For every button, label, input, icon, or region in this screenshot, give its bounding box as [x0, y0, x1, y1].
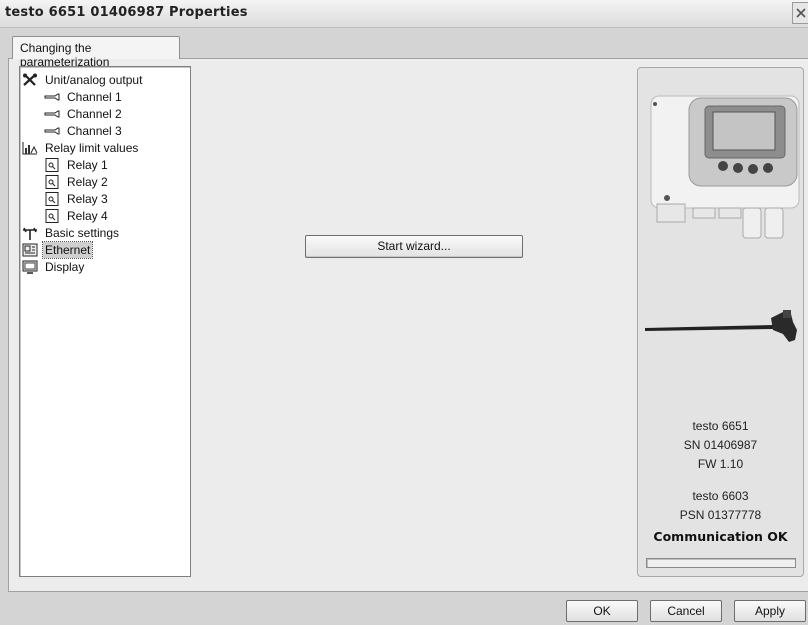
- network-icon: [22, 243, 38, 257]
- start-wizard-button[interactable]: Start wizard...: [305, 235, 523, 258]
- settings-icon: [23, 227, 37, 240]
- tree-item-label: Unit/analog output: [45, 73, 143, 87]
- apply-button[interactable]: Apply: [734, 600, 806, 622]
- probe-icon: [44, 93, 60, 101]
- tree-item-label: Relay limit values: [45, 141, 139, 155]
- chart-icon: [22, 142, 38, 155]
- communication-status: Communication OK: [653, 529, 788, 544]
- close-icon: [796, 8, 806, 18]
- tree-item-label: Relay 3: [67, 192, 108, 206]
- title-bar: testo 6651 01406987 Properties: [0, 0, 808, 28]
- tree-item-label: Basic settings: [45, 226, 120, 240]
- tree-item-label: Relay 2: [67, 175, 108, 189]
- tree-item-label: Relay 4: [67, 209, 108, 223]
- serial-number: SN 01406987: [683, 438, 758, 452]
- display-icon: [22, 260, 38, 274]
- probe-image: [645, 310, 797, 342]
- transmitter-model: testo 6651: [692, 419, 749, 433]
- relay-icon: [45, 158, 59, 172]
- tree-item-label: Ethernet: [41, 241, 94, 259]
- communication-progress-bar: [646, 558, 796, 568]
- tree-item-label: Display: [45, 260, 85, 274]
- window-title: testo 6651 01406987 Properties: [5, 5, 248, 20]
- relay-icon: [45, 209, 59, 223]
- close-button[interactable]: [792, 2, 808, 24]
- navigation-tree[interactable]: Unit/analog output Channel 1 Channel 2 C…: [19, 66, 191, 577]
- tree-item-label: Relay 1: [67, 158, 108, 172]
- probe-model: testo 6603: [692, 489, 749, 503]
- cancel-button[interactable]: Cancel: [650, 600, 722, 622]
- tab-changing-parameterization[interactable]: Changing the parameterization: [12, 36, 180, 69]
- tree-item-label: Channel 1: [67, 90, 122, 104]
- tree-item-label: Channel 2: [67, 107, 122, 121]
- relay-icon: [45, 192, 59, 206]
- probe-icon: [44, 127, 60, 135]
- relay-icon: [45, 175, 59, 189]
- probe-serial-number: PSN 01377778: [679, 508, 762, 522]
- transmitter-image: [650, 95, 800, 239]
- ok-button[interactable]: OK: [566, 600, 638, 622]
- firmware-version: FW 1.10: [697, 457, 744, 471]
- probe-icon: [44, 110, 60, 118]
- tools-icon: [23, 73, 37, 86]
- tree-item-label: Channel 3: [67, 124, 122, 138]
